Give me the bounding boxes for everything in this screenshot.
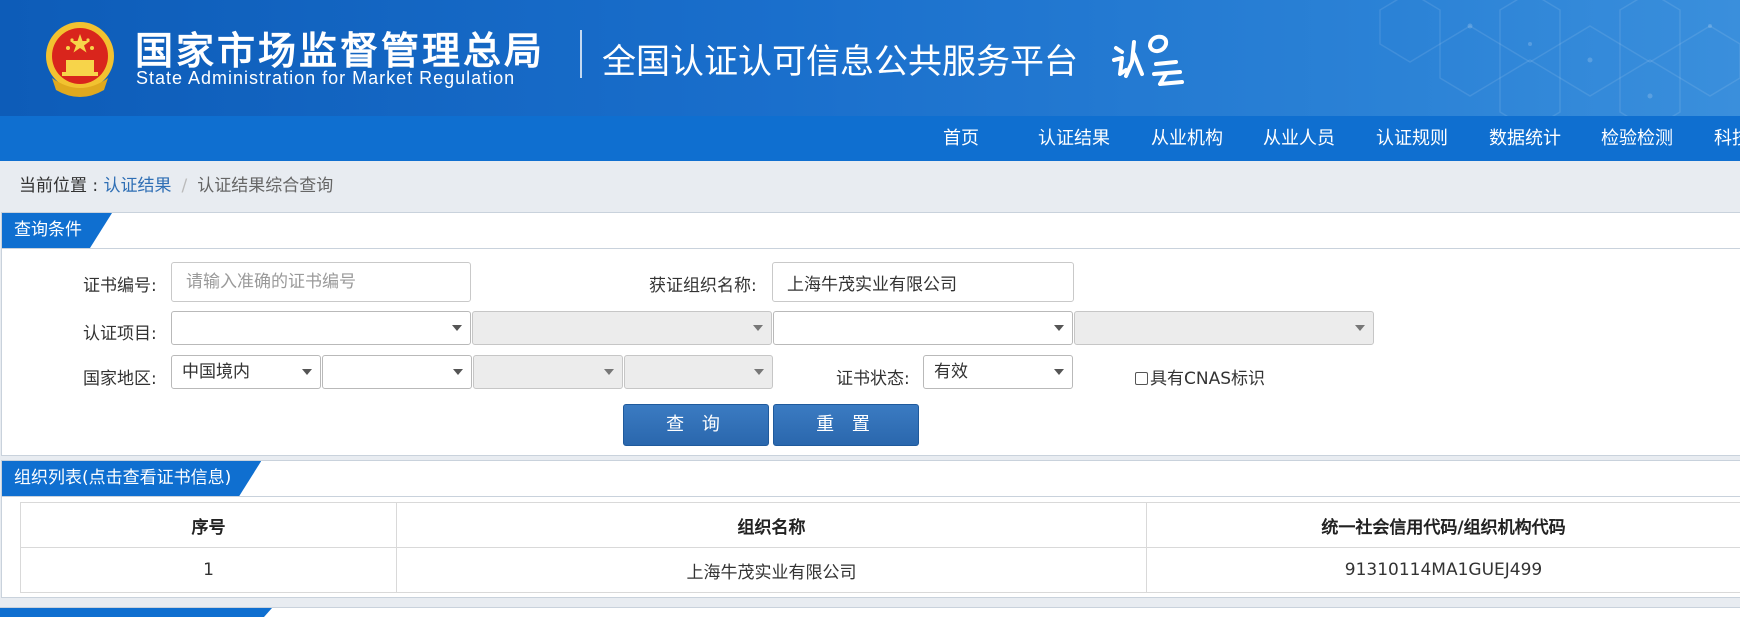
org-list-section-title: 组织列表(点击查看证书信息) [2, 461, 261, 496]
row-org-name-link[interactable]: 上海牛茂实业有限公司 [397, 548, 1147, 593]
column-header-credit-code: 统一社会信用代码/组织机构代码 [1147, 503, 1740, 548]
nav-item-practitioners[interactable]: 从业人员 [1263, 116, 1335, 161]
cert-no-label: 证书编号: [83, 271, 157, 296]
region-select-district [624, 355, 773, 389]
nav-item-cert-rules[interactable]: 认证规则 [1376, 116, 1448, 161]
nav-item-statistics[interactable]: 数据统计 [1489, 116, 1561, 161]
checkbox-icon[interactable] [1135, 372, 1148, 385]
nav-item-home[interactable]: 首页 [943, 116, 979, 161]
chevron-down-icon [452, 325, 462, 331]
chevron-down-icon [453, 369, 463, 375]
breadcrumb-prefix: 当前位置 : [19, 176, 104, 196]
agency-title-cn: 国家市场监督管理总局 [135, 20, 545, 75]
cnas-checkbox[interactable]: 具有CNAS标识 [1135, 364, 1265, 389]
nav-item-tech[interactable]: 科技 [1714, 116, 1740, 161]
table-row[interactable]: 1 上海牛茂实业有限公司 91310114MA1GUEJ499 [21, 548, 1740, 593]
breadcrumb-current: 认证结果综合查询 [197, 176, 333, 196]
renzheng-yun-logo-icon [1110, 28, 1190, 88]
org-list-panel-header: 组织列表(点击查看证书信息) [2, 461, 1740, 497]
nav-item-institutions[interactable]: 从业机构 [1151, 116, 1223, 161]
org-name-label: 获证组织名称: [649, 271, 757, 296]
org-name-input[interactable] [772, 262, 1074, 302]
project-select-4 [1074, 311, 1374, 345]
region-label: 国家地区: [83, 364, 157, 389]
site-header: 国家市场监督管理总局 State Administration for Mark… [0, 0, 1740, 116]
national-emblem-icon [42, 18, 118, 98]
query-panel-header: 查询条件 [2, 213, 1740, 249]
region-select-country-value: 中国境内 [182, 362, 250, 382]
nav-item-cert-results[interactable]: 认证结果 [1038, 116, 1110, 161]
main-nav: 首页 认证结果 从业机构 从业人员 认证规则 数据统计 检验检测 科技 [0, 116, 1740, 161]
column-header-org-name: 组织名称 [397, 503, 1147, 548]
chevron-down-icon [302, 369, 312, 375]
agency-title-en: State Administration for Market Regulati… [136, 68, 515, 89]
project-label: 认证项目: [83, 319, 157, 344]
cert-no-input[interactable] [171, 262, 471, 302]
status-label: 证书状态: [836, 364, 910, 389]
project-select-3[interactable] [773, 311, 1073, 345]
nav-item-inspection[interactable]: 检验检测 [1601, 116, 1673, 161]
breadcrumb-link-cert-results[interactable]: 认证结果 [104, 176, 172, 196]
chevron-down-icon [1054, 369, 1064, 375]
region-select-city [473, 355, 623, 389]
cnas-checkbox-label: 具有CNAS标识 [1150, 369, 1265, 389]
org-table: 序号 组织名称 统一社会信用代码/组织机构代码 1 上海牛茂实业有限公司 913… [20, 502, 1740, 593]
chevron-down-icon [1355, 325, 1365, 331]
region-select-province[interactable] [322, 355, 472, 389]
column-header-index: 序号 [21, 503, 397, 548]
status-select[interactable]: 有效 [923, 355, 1073, 389]
status-select-value: 有效 [934, 362, 968, 382]
region-select-country[interactable]: 中国境内 [171, 355, 321, 389]
row-credit-code: 91310114MA1GUEJ499 [1147, 548, 1740, 593]
table-header-row: 序号 组织名称 统一社会信用代码/组织机构代码 [21, 503, 1740, 548]
breadcrumb-separator: / [182, 176, 188, 196]
reset-button[interactable]: 重 置 [773, 404, 919, 446]
search-button[interactable]: 查 询 [623, 404, 769, 446]
chevron-down-icon [1054, 325, 1064, 331]
row-index: 1 [21, 548, 397, 593]
project-select-1[interactable] [171, 311, 471, 345]
platform-title: 全国认证认可信息公共服务平台 [602, 34, 1078, 83]
chevron-down-icon [754, 369, 764, 375]
chevron-down-icon [604, 369, 614, 375]
project-select-2 [472, 311, 772, 345]
chevron-down-icon [753, 325, 763, 331]
query-section-title: 查询条件 [2, 213, 112, 248]
breadcrumb: 当前位置 : 认证结果 / 认证结果综合查询 [19, 171, 333, 196]
header-divider [580, 30, 582, 78]
